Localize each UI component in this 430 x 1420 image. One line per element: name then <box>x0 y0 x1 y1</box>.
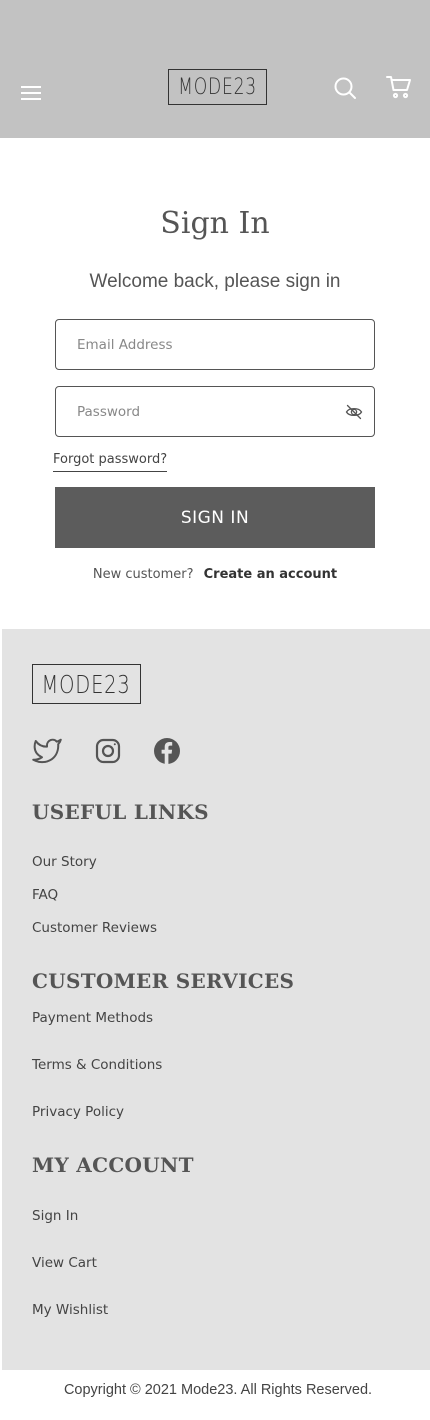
customer-services-heading: CUSTOMER SERVICES <box>32 969 295 993</box>
page-subtitle: Welcome back, please sign in <box>89 271 341 292</box>
footer-link-payment-methods[interactable]: Payment Methods <box>32 1010 153 1026</box>
twitter-icon[interactable] <box>32 736 62 766</box>
site-logo[interactable]: MODE23 <box>168 69 267 105</box>
search-icon[interactable] <box>333 76 357 100</box>
site-footer: MODE23 USEFUL LINKS Our Story FAQ Custom… <box>2 629 430 1370</box>
footer-link-view-cart[interactable]: View Cart <box>32 1255 97 1271</box>
password-field-container <box>55 386 375 437</box>
eye-off-icon[interactable] <box>345 403 363 421</box>
facebook-icon[interactable] <box>152 736 182 766</box>
site-logo-text: MODE23 <box>178 74 257 100</box>
footer-link-our-story[interactable]: Our Story <box>32 854 97 870</box>
cart-icon[interactable] <box>386 74 412 100</box>
footer-logo[interactable]: MODE23 <box>32 664 141 704</box>
footer-link-privacy-policy[interactable]: Privacy Policy <box>32 1104 124 1120</box>
footer-link-my-wishlist[interactable]: My Wishlist <box>32 1302 108 1318</box>
instagram-icon[interactable] <box>93 736 123 766</box>
footer-logo-text: MODE23 <box>42 669 132 699</box>
footer-link-faq[interactable]: FAQ <box>32 887 58 903</box>
create-account-link[interactable]: Create an account <box>204 567 338 582</box>
hamburger-menu-icon[interactable] <box>21 86 41 100</box>
new-customer-row: New customer? Create an account <box>0 567 430 582</box>
footer-link-customer-reviews[interactable]: Customer Reviews <box>32 920 157 936</box>
forgot-password-link[interactable]: Forgot password? <box>53 452 168 472</box>
email-field[interactable] <box>77 320 337 369</box>
footer-link-sign-in[interactable]: Sign In <box>32 1208 78 1224</box>
sign-in-button[interactable]: SIGN IN <box>55 487 375 548</box>
email-field-container <box>55 319 375 370</box>
copyright-text: Copyright © 2021 Mode23. All Rights Rese… <box>63 1382 373 1398</box>
new-customer-text: New customer? <box>92 567 194 582</box>
my-account-heading: MY ACCOUNT <box>32 1153 194 1177</box>
page-title: Sign In <box>160 206 270 241</box>
footer-link-terms-conditions[interactable]: Terms & Conditions <box>32 1057 162 1073</box>
site-header: MODE23 <box>0 0 430 138</box>
password-field[interactable] <box>77 387 337 436</box>
useful-links-heading: USEFUL LINKS <box>32 800 209 824</box>
